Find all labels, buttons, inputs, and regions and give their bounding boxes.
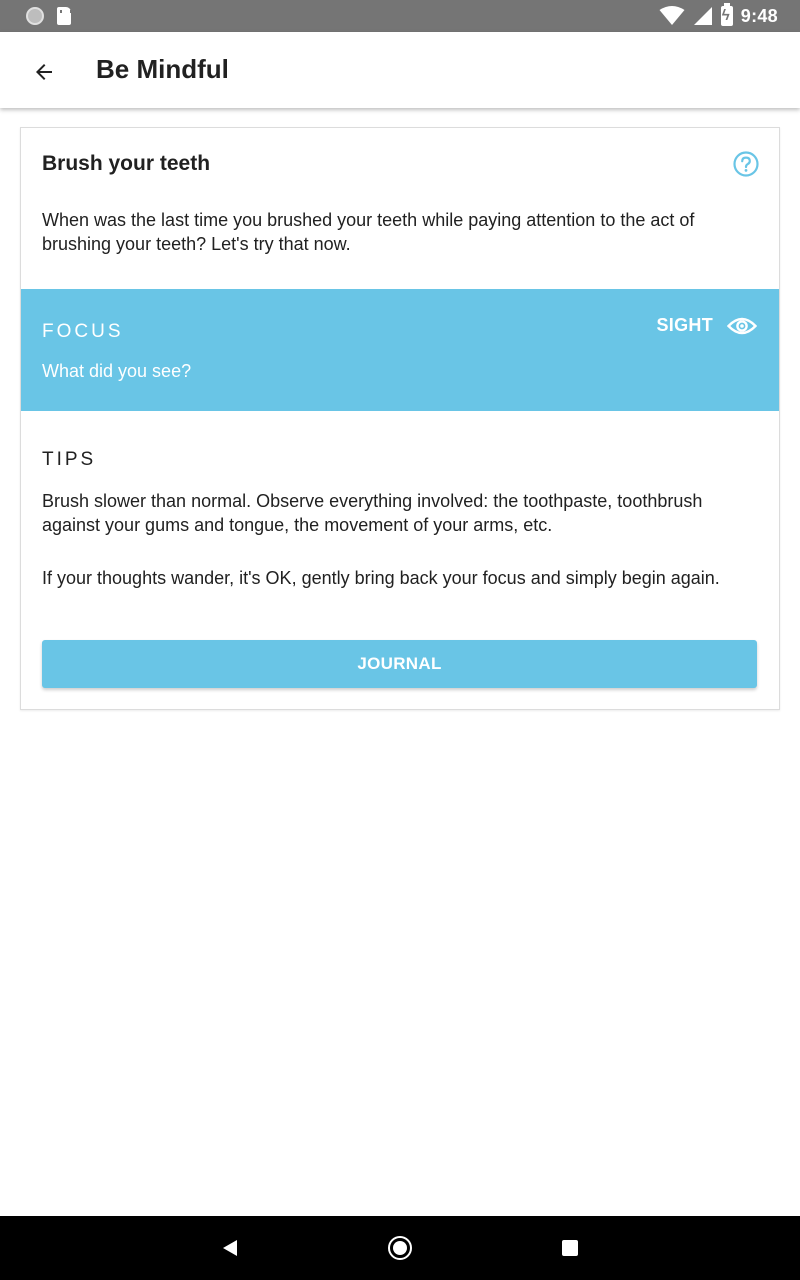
sense-selector[interactable]: SIGHT xyxy=(656,315,757,336)
nav-back-icon[interactable] xyxy=(221,1238,239,1258)
tips-paragraph: Brush slower than normal. Observe everyt… xyxy=(42,491,703,535)
focus-panel: FOCUS What did you see? SIGHT xyxy=(21,289,779,411)
help-circle-icon xyxy=(733,151,759,177)
back-button[interactable] xyxy=(22,50,66,94)
journal-button[interactable]: JOURNAL xyxy=(42,640,757,688)
cell-signal-icon xyxy=(693,7,712,25)
help-button[interactable] xyxy=(732,150,760,178)
arrow-back-icon xyxy=(36,64,52,80)
page-title: Be Mindful xyxy=(96,54,229,84)
exercise-title: Brush your teeth xyxy=(42,152,211,175)
tips-paragraph: If your thoughts wander, it's OK, gently… xyxy=(42,568,720,588)
sense-label: SIGHT xyxy=(656,315,713,335)
focus-heading: FOCUS xyxy=(42,321,124,342)
exercise-card: Brush your teeth When was the last time … xyxy=(20,127,780,710)
nav-recents-icon[interactable] xyxy=(562,1240,578,1256)
app-bar: Be Mindful xyxy=(0,32,800,108)
status-bar: 9:48 xyxy=(0,0,800,32)
wifi-icon xyxy=(659,6,685,25)
tips-heading: TIPS xyxy=(42,449,97,470)
eye-icon xyxy=(727,317,757,334)
notification-dot-icon xyxy=(26,7,44,25)
status-time: 9:48 xyxy=(740,5,778,26)
sd-card-icon xyxy=(57,7,72,25)
battery-charging-icon xyxy=(720,3,733,26)
nav-home-icon[interactable] xyxy=(388,1236,412,1260)
focus-question: What did you see? xyxy=(42,361,192,381)
navigation-bar xyxy=(0,1216,800,1280)
exercise-description: When was the last time you brushed your … xyxy=(42,210,695,254)
